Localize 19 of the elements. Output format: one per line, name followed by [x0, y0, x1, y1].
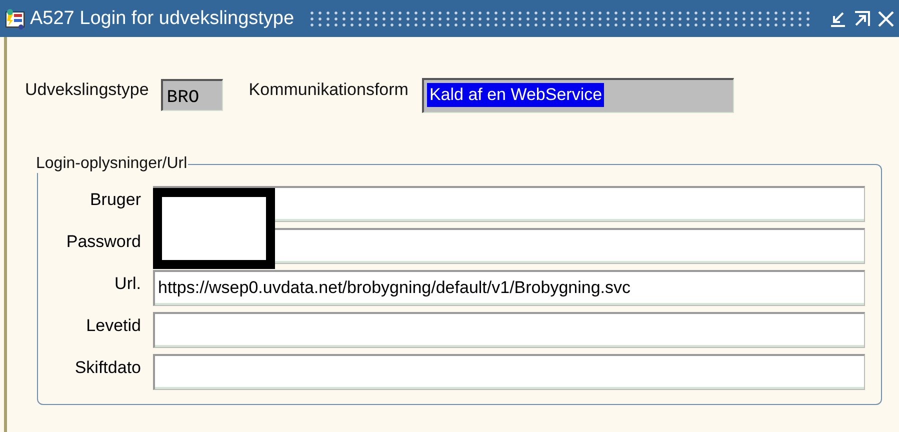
- group-legend: Login-oplysninger/Url: [35, 155, 188, 173]
- kommunikationsform-field[interactable]: Kald af en WebService: [422, 78, 734, 112]
- udvekslingstype-field[interactable]: BRO: [160, 79, 223, 111]
- minimize-icon[interactable]: [829, 10, 847, 28]
- window-title: A527 Login for udvekslingstype: [30, 8, 294, 30]
- field-label: Skiftdato: [74, 358, 142, 378]
- app-icon: [4, 8, 26, 30]
- maximize-icon[interactable]: [853, 10, 871, 28]
- input-field[interactable]: [153, 312, 865, 348]
- field-label: Kommunikationsform: [248, 80, 408, 100]
- field-value: Kald af en WebService: [427, 82, 604, 106]
- input-field[interactable]: [153, 354, 865, 390]
- field-label: Levetid: [85, 316, 142, 336]
- field-label: Password: [65, 232, 142, 252]
- field-label: Udvekslingstype: [25, 80, 149, 100]
- close-icon[interactable]: [877, 10, 895, 28]
- input-field[interactable]: https://wsep0.uvdata.net/brobygning/default/v1/Brobygning.svc: [153, 270, 865, 306]
- field-label: Url.: [114, 274, 142, 294]
- field-label: Bruger: [88, 190, 142, 210]
